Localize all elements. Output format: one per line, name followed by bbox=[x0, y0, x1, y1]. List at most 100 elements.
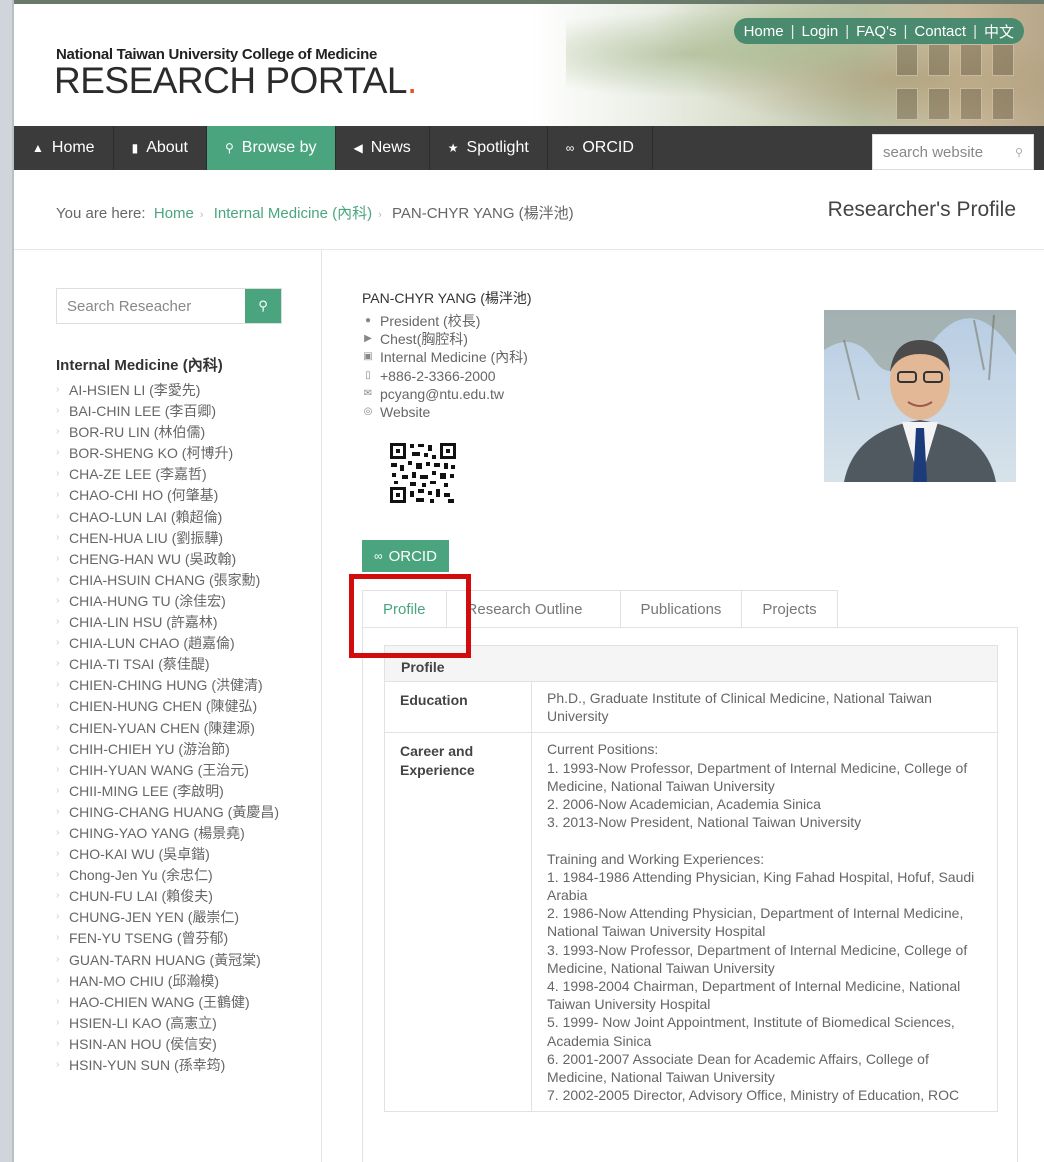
fact-website[interactable]: ◎ Website bbox=[362, 403, 528, 421]
sidebar-researcher-name: CHING-YAO YANG (楊景堯) bbox=[69, 824, 245, 841]
sidebar-researcher-item[interactable]: › CHEN-HUA LIU (劉振驊) bbox=[56, 530, 286, 547]
chevron-right-icon: › bbox=[56, 1016, 60, 1028]
chevron-right-icon: › bbox=[56, 700, 60, 712]
sidebar-researcher-item[interactable]: › Chong-Jen Yu (余忠仁) bbox=[56, 867, 286, 884]
sidebar-researcher-name: CHUN-FU LAI (賴俊夫) bbox=[69, 888, 213, 905]
toplink-faq[interactable]: FAQ's bbox=[856, 23, 896, 40]
sidebar-researcher-name: CHUNG-JEN YEN (嚴崇仁) bbox=[69, 909, 240, 926]
site-logo[interactable]: RESEARCH PORTAL. bbox=[54, 60, 417, 102]
sidebar-researcher-name: AI-HSIEN LI (李愛先) bbox=[69, 382, 201, 398]
current-positions-title: Current Positions: bbox=[547, 741, 659, 758]
fact-email[interactable]: ✉ pcyang@ntu.edu.tw bbox=[362, 385, 528, 403]
sidebar-researcher-item[interactable]: › BOR-RU LIN (林伯儒) bbox=[56, 424, 286, 441]
sidebar-researcher-name: CHIA-LIN HSU (許嘉林) bbox=[69, 614, 218, 631]
sidebar-researcher-item[interactable]: › GUAN-TARN HUANG (黃冠棠) bbox=[56, 952, 286, 969]
sidebar-researcher-item[interactable]: › CHIA-LIN HSU (許嘉林) bbox=[56, 614, 286, 631]
sidebar-researcher-item[interactable]: › CHIA-HSUIN CHANG (張家勳) bbox=[56, 572, 286, 589]
sidebar-researcher-name: FEN-YU TSENG (曾芬郁) bbox=[69, 930, 229, 947]
search-icon: ⚲ bbox=[258, 298, 268, 313]
sidebar-researcher-item[interactable]: › HAN-MO CHIU (邱瀚模) bbox=[56, 973, 286, 990]
fact-phone: ▯ +886-2-3366-2000 bbox=[362, 367, 528, 385]
orcid-button[interactable]: ∞ ORCID bbox=[362, 540, 449, 572]
toplink-home[interactable]: Home bbox=[744, 23, 784, 40]
chevron-right-icon: › bbox=[56, 1059, 60, 1070]
sidebar-researcher-item[interactable]: › CHIA-TI TSAI (蔡佳醍) bbox=[56, 656, 286, 673]
sidebar-researcher-name: CHIA-LUN CHAO (趙嘉倫) bbox=[69, 635, 235, 652]
chevron-right-icon: › bbox=[56, 995, 60, 1007]
sidebar-researcher-item[interactable]: › CHIA-HUNG TU (涂佳宏) bbox=[56, 593, 286, 610]
brand-dot: . bbox=[407, 60, 417, 101]
nav-orcid[interactable]: ∞ ORCID bbox=[548, 126, 653, 170]
sidebar-researcher-item[interactable]: › AI-HSIEN LI (李愛先) bbox=[56, 382, 286, 399]
profile-table-header: Profile bbox=[384, 645, 998, 682]
sidebar-researcher-item[interactable]: › CHII-MING LEE (李啟明) bbox=[56, 783, 286, 800]
nav-news[interactable]: ◀ News bbox=[336, 126, 430, 170]
career-value: Current Positions: 1. 1993-Now Professor… bbox=[531, 732, 998, 1113]
sidebar-researcher-name: CHIEN-YUAN CHEN (陳建源) bbox=[69, 719, 255, 736]
nav-home[interactable]: ▲ Home bbox=[14, 126, 114, 170]
sidebar-researcher-name: CHIA-HSUIN CHANG (張家勳) bbox=[69, 571, 261, 588]
sidebar-researcher-item[interactable]: › HSIEN-LI KAO (高憲立) bbox=[56, 1015, 286, 1032]
sidebar-researcher-item[interactable]: › CHIH-YUAN WANG (王治元) bbox=[56, 762, 286, 779]
sidebar-researcher-item[interactable]: › CHO-KAI WU (吳卓鍇) bbox=[56, 846, 286, 863]
sidebar-researcher-name: BOR-SHENG KO (柯博升) bbox=[69, 445, 234, 462]
sidebar-researcher-item[interactable]: › HSIN-AN HOU (侯信安) bbox=[56, 1036, 286, 1053]
toplink-contact[interactable]: Contact bbox=[914, 23, 966, 40]
sidebar-researcher-item[interactable]: › CHIEN-YUAN CHEN (陳建源) bbox=[56, 720, 286, 737]
sidebar-researcher-item[interactable]: › CHIEN-CHING HUNG (洪健清) bbox=[56, 677, 286, 694]
highlight-box bbox=[349, 574, 471, 658]
sidebar-researcher-item[interactable]: › CHING-YAO YANG (楊景堯) bbox=[56, 825, 286, 842]
sidebar-researcher-item[interactable]: › CHIH-CHIEH YU (游治節) bbox=[56, 741, 286, 758]
sidebar-researcher-item[interactable]: › HSIN-YUN SUN (孫幸筠) bbox=[56, 1057, 286, 1074]
sidebar-researcher-item[interactable]: › HAO-CHIEN WANG (王鶴健) bbox=[56, 994, 286, 1011]
sidebar-researcher-item[interactable]: › BOR-SHENG KO (柯博升) bbox=[56, 445, 286, 462]
sidebar-researcher-name: Chong-Jen Yu (余忠仁) bbox=[69, 867, 213, 884]
sidebar-researcher-item[interactable]: › CHUN-FU LAI (賴俊夫) bbox=[56, 888, 286, 905]
chevron-right-icon: › bbox=[56, 531, 60, 543]
brand-title: RESEARCH PORTAL bbox=[54, 60, 408, 101]
sidebar-researcher-name: BOR-RU LIN (林伯儒) bbox=[69, 424, 206, 441]
sidebar-researcher-item[interactable]: › CHAO-CHI HO (何肇基) bbox=[56, 487, 286, 504]
chevron-right-icon: › bbox=[56, 616, 60, 628]
sidebar-researcher-item[interactable]: › FEN-YU TSENG (曾芬郁) bbox=[56, 930, 286, 947]
sidebar-researcher-item[interactable]: › CHA-ZE LEE (李嘉哲) bbox=[56, 466, 286, 483]
page-title: Researcher's Profile bbox=[827, 198, 1016, 221]
researcher-search-button[interactable]: ⚲ bbox=[245, 289, 281, 323]
tab-research-outline[interactable]: Research Outline bbox=[446, 590, 621, 628]
chevron-right-icon: › bbox=[56, 510, 60, 522]
toplink-language[interactable]: 中文 bbox=[984, 21, 1014, 42]
chevron-right-icon: › bbox=[56, 384, 60, 395]
chevron-right-icon: › bbox=[56, 405, 60, 417]
training-title: Training and Working Experiences: bbox=[547, 850, 765, 867]
sidebar-researcher-item[interactable]: › CHENG-HAN WU (吳政翰) bbox=[56, 551, 286, 568]
sidebar-researcher-name: CHENG-HAN WU (吳政翰) bbox=[69, 550, 237, 567]
sidebar-researcher-item[interactable]: › CHING-CHANG HUANG (黃慶昌) bbox=[56, 804, 286, 821]
career-label: Career and Experience bbox=[384, 732, 532, 1113]
education-label: Education bbox=[384, 680, 532, 734]
breadcrumb-home[interactable]: Home bbox=[154, 205, 194, 222]
nav-about[interactable]: ▮ About bbox=[114, 126, 207, 170]
sidebar-researcher-item[interactable]: › CHIA-LUN CHAO (趙嘉倫) bbox=[56, 635, 286, 652]
sidebar-researcher-item[interactable]: › CHIEN-HUNG CHEN (陳健弘) bbox=[56, 698, 286, 715]
sidebar-researcher-item[interactable]: › CHAO-LUN LAI (賴超倫) bbox=[56, 509, 286, 526]
sidebar-researcher-name: CHEN-HUA LIU (劉振驊) bbox=[69, 529, 224, 546]
sidebar-researcher-name: CHO-KAI WU (吳卓鍇) bbox=[69, 846, 210, 863]
search-icon[interactable]: ⚲ bbox=[1015, 146, 1023, 159]
sidebar-researcher-item[interactable]: › BAI-CHIN LEE (李百卿) bbox=[56, 403, 286, 420]
tab-projects[interactable]: Projects bbox=[742, 590, 838, 628]
sidebar-researcher-name: CHII-MING LEE (李啟明) bbox=[69, 782, 224, 799]
chevron-right-icon: › bbox=[56, 890, 60, 902]
chevron-right-icon: › bbox=[378, 209, 382, 221]
nav-browse-by[interactable]: ⚲ Browse by bbox=[207, 126, 336, 170]
nav-spotlight[interactable]: ★ Spotlight bbox=[430, 126, 548, 170]
tab-publications[interactable]: Publications bbox=[620, 590, 743, 628]
researcher-search-input[interactable]: Search Reseacher ⚲ bbox=[56, 288, 282, 324]
sidebar-researcher-item[interactable]: › CHUNG-JEN YEN (嚴崇仁) bbox=[56, 909, 286, 926]
breadcrumb: You are here: Home › Internal Medicine (內… bbox=[56, 205, 574, 222]
sidebar-researcher-name: CHAO-LUN LAI (賴超倫) bbox=[69, 508, 223, 525]
training-item: 2. 1986-Now Attending Physician, Departm… bbox=[547, 905, 964, 940]
breadcrumb-section[interactable]: Internal Medicine (內科) bbox=[214, 205, 372, 222]
site-search-input[interactable]: search website ⚲ bbox=[872, 134, 1034, 170]
chevron-right-icon: › bbox=[56, 869, 60, 881]
toplink-login[interactable]: Login bbox=[801, 23, 838, 40]
